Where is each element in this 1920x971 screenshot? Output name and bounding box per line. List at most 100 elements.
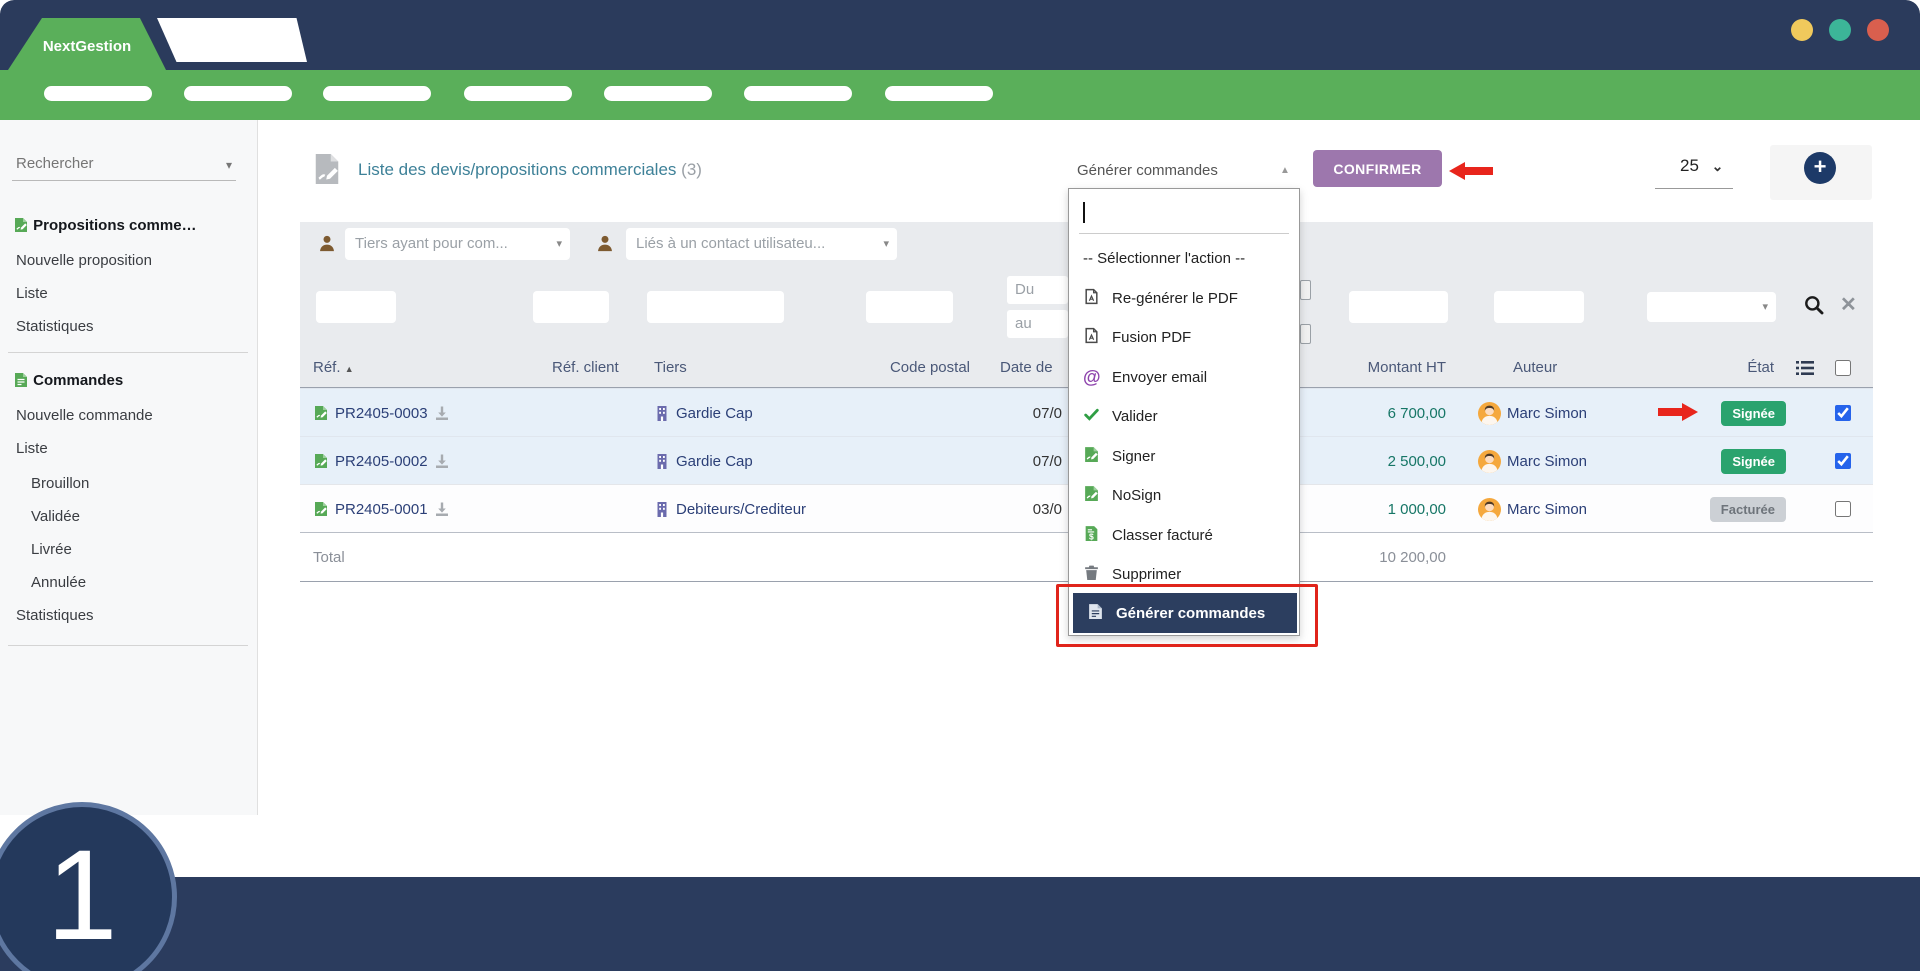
row-checkbox-cell <box>1835 485 1851 533</box>
row-checkbox-cell <box>1835 437 1851 485</box>
row-checkbox[interactable] <box>1835 453 1851 469</box>
list-fields-icon[interactable] <box>1796 361 1814 379</box>
auteur-filter-input[interactable] <box>1495 292 1583 322</box>
search-icon[interactable] <box>1803 294 1825 321</box>
close-icon[interactable]: ✕ <box>1840 292 1857 317</box>
menu-item-placeholder[interactable] <box>744 86 852 101</box>
dropdown-option-select-action[interactable]: -- Sélectionner l'action -- <box>1069 242 1301 274</box>
total-label: Total <box>313 533 345 581</box>
date-to-input[interactable]: au <box>1007 310 1068 338</box>
dropdown-option-valider[interactable]: Valider <box>1069 400 1301 432</box>
secondary-tab[interactable] <box>157 18 307 62</box>
pdf-icon <box>1083 327 1100 348</box>
sidebar-item-annulee[interactable]: Annulée <box>31 574 86 591</box>
contact-filter-select[interactable]: Liés à un contact utilisateu... ▾ <box>626 228 897 260</box>
page-size-select[interactable]: 25 ⌄ <box>1680 156 1723 176</box>
calendar-icon[interactable] <box>1300 280 1311 300</box>
author-link[interactable]: Marc Simon <box>1507 453 1587 470</box>
caret-up-icon[interactable]: ▲ <box>1280 165 1290 176</box>
ref-client-filter-input[interactable] <box>534 292 608 322</box>
sidebar-section-propositions[interactable]: Propositions comme… <box>13 217 197 234</box>
caret-down-icon: ▾ <box>556 228 562 260</box>
tiers-filter-input[interactable] <box>648 292 783 322</box>
sidebar-search[interactable]: ▾ <box>12 150 236 181</box>
sidebar-item-liste-propositions[interactable]: Liste <box>16 285 48 302</box>
col-ref[interactable]: Réf. ▲ <box>313 359 354 376</box>
col-code-postal[interactable]: Code postal <box>840 359 970 376</box>
download-icon[interactable] <box>434 405 450 422</box>
proposal-icon <box>313 453 329 470</box>
select-all-checkbox[interactable] <box>1835 360 1851 380</box>
tiers-link[interactable]: Gardie Cap <box>676 405 753 422</box>
at-icon: @ <box>1083 367 1100 388</box>
status-badge: Facturée <box>1710 497 1786 522</box>
confirm-button[interactable]: CONFIRMER <box>1313 150 1442 187</box>
proposal-ref-link[interactable]: PR2405-0002 <box>335 453 428 470</box>
author-link[interactable]: Marc Simon <box>1507 501 1587 518</box>
menu-item-placeholder[interactable] <box>885 86 993 101</box>
dropdown-option-signer[interactable]: Signer <box>1069 440 1301 472</box>
sidebar-section-commandes[interactable]: Commandes <box>13 372 123 389</box>
col-date[interactable]: Date de <box>1000 359 1053 376</box>
tiers-filter-select[interactable]: Tiers ayant pour com... ▾ <box>345 228 570 260</box>
col-ref-client[interactable]: Réf. client <box>552 359 619 376</box>
dropdown-option-fusion-pdf[interactable]: Fusion PDF <box>1069 321 1301 353</box>
dropdown-option-regenerer-pdf[interactable]: Re-générer le PDF <box>1069 282 1301 314</box>
sidebar-item-livree[interactable]: Livrée <box>31 541 72 558</box>
proposal-icon <box>13 217 29 234</box>
col-montant[interactable]: Montant HT <box>1300 359 1446 376</box>
sidebar-item-validee[interactable]: Validée <box>31 508 80 525</box>
menu-item-placeholder[interactable] <box>604 86 712 101</box>
sidebar-item-brouillon[interactable]: Brouillon <box>31 475 89 492</box>
window-dot-teal[interactable] <box>1829 19 1851 41</box>
menu-item-placeholder[interactable] <box>44 86 152 101</box>
sidebar-item-nouvelle-proposition[interactable]: Nouvelle proposition <box>16 252 152 269</box>
proposal-ref-link[interactable]: PR2405-0001 <box>335 501 428 518</box>
sidebar-search-input[interactable] <box>12 150 206 172</box>
result-count: (3) <box>681 160 702 179</box>
tiers-link[interactable]: Gardie Cap <box>676 453 753 470</box>
date-from-input[interactable]: Du <box>1007 276 1068 304</box>
etat-filter-select[interactable]: ▾ <box>1647 292 1776 322</box>
calendar-icon[interactable] <box>1300 324 1311 344</box>
montant-filter-input[interactable] <box>1350 292 1447 322</box>
company-icon <box>654 453 670 470</box>
row-checkbox[interactable] <box>1835 405 1851 421</box>
sidebar-item-nouvelle-commande[interactable]: Nouvelle commande <box>16 407 153 424</box>
person-icon <box>596 234 614 252</box>
window-dot-yellow[interactable] <box>1791 19 1813 41</box>
dropdown-option-envoyer-email[interactable]: @Envoyer email <box>1069 361 1301 393</box>
ref-filter-input[interactable] <box>317 292 395 322</box>
download-icon[interactable] <box>434 453 450 470</box>
mass-action-select[interactable]: Générer commandes <box>1077 162 1218 179</box>
sort-asc-icon[interactable]: ▲ <box>345 364 354 374</box>
sidebar-divider <box>8 645 248 646</box>
avatar <box>1478 498 1501 521</box>
dropdown-option-classer-facture[interactable]: $Classer facturé <box>1069 519 1301 551</box>
proposal-icon <box>313 405 329 422</box>
download-icon[interactable] <box>434 501 450 518</box>
row-checkbox[interactable] <box>1835 501 1851 517</box>
window-dot-red[interactable] <box>1867 19 1889 41</box>
dropdown-option-nosign[interactable]: NoSign <box>1069 479 1301 511</box>
menu-item-placeholder[interactable] <box>184 86 292 101</box>
sidebar-item-statistiques-propositions[interactable]: Statistiques <box>16 318 94 335</box>
menu-item-placeholder[interactable] <box>464 86 572 101</box>
add-proposal-button[interactable]: + <box>1804 152 1836 184</box>
page-size-underline <box>1655 188 1733 189</box>
col-etat[interactable]: État <box>1674 359 1774 376</box>
col-auteur[interactable]: Auteur <box>1513 359 1557 376</box>
annotation-arrow-right-icon <box>1658 401 1698 428</box>
proposal-icon <box>313 501 329 518</box>
tiers-link[interactable]: Debiteurs/Crediteur <box>676 501 806 518</box>
proposal-ref-link[interactable]: PR2405-0003 <box>335 405 428 422</box>
code-postal-filter-input[interactable] <box>867 292 952 322</box>
date-cell: 07/0 <box>980 389 1062 437</box>
page-title: Liste des devis/propositions commerciale… <box>358 160 702 180</box>
app-window: NextGestion ▾ Propositions comme… Nouvel… <box>0 0 1920 971</box>
sidebar-item-statistiques-commandes[interactable]: Statistiques <box>16 607 94 624</box>
col-tiers[interactable]: Tiers <box>654 359 687 376</box>
menu-item-placeholder[interactable] <box>323 86 431 101</box>
sidebar-item-liste-commandes[interactable]: Liste <box>16 440 48 457</box>
author-link[interactable]: Marc Simon <box>1507 405 1587 422</box>
